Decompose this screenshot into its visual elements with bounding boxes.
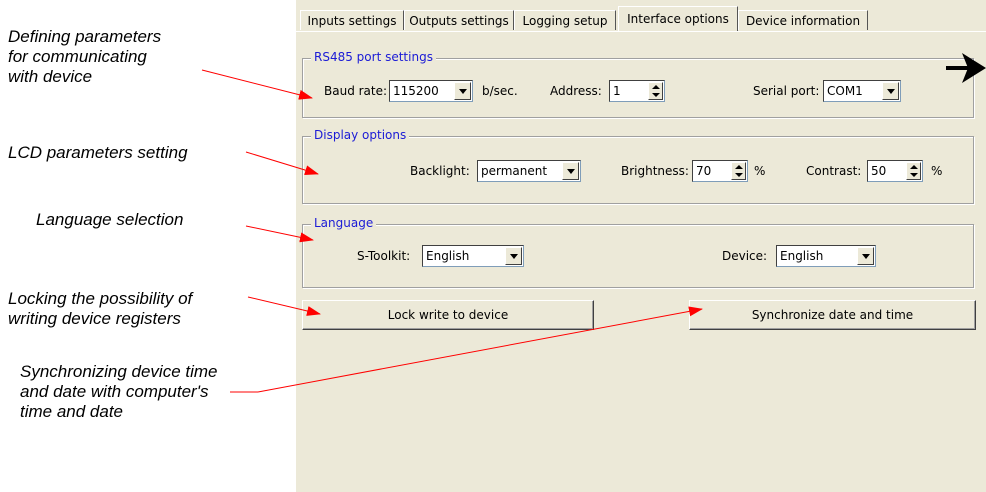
arrow-comm-params — [201, 69, 313, 100]
arrow-lcd — [245, 151, 319, 175]
arrow-right-icon — [946, 53, 986, 83]
arrow-sync — [257, 306, 703, 393]
arrow-lock — [247, 296, 321, 316]
arrow-language — [245, 225, 314, 243]
annotation-arrows — [201, 53, 986, 393]
